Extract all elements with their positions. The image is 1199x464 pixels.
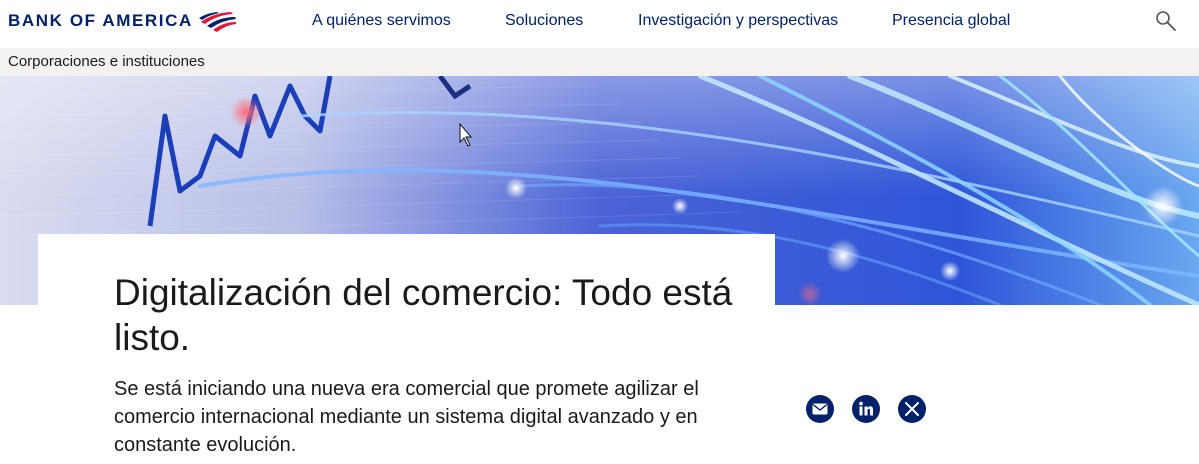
nav-item-a-quienes-servimos[interactable]: A quiénes servimos bbox=[312, 12, 451, 30]
x-icon bbox=[905, 402, 919, 416]
nav-item-soluciones[interactable]: Soluciones bbox=[505, 12, 583, 30]
share-email-button[interactable] bbox=[806, 395, 834, 423]
page-title: Digitalización del comercio: Todo está l… bbox=[114, 272, 733, 358]
linkedin-icon bbox=[859, 401, 873, 416]
nav-item-presencia-global[interactable]: Presencia global bbox=[892, 12, 1010, 30]
flag-logo-icon bbox=[198, 12, 236, 32]
search-icon[interactable] bbox=[1155, 10, 1177, 32]
share-linkedin-button[interactable] bbox=[852, 395, 880, 423]
nav-item-investigacion-y-perspectivas[interactable]: Investigación y perspectivas bbox=[638, 12, 838, 30]
section-bar: Corporaciones e instituciones bbox=[0, 48, 1199, 76]
bank-of-america-logo[interactable]: BANK OF AMERICA bbox=[8, 6, 237, 36]
article-summary: Se está iniciando una nueva era comercia… bbox=[114, 378, 699, 456]
logo-wordmark: BANK OF AMERICA bbox=[8, 11, 193, 30]
section-label[interactable]: Corporaciones e instituciones bbox=[8, 53, 205, 70]
top-navigation-bar: BANK OF AMERICA A quiénes servimos Soluc… bbox=[0, 0, 1199, 46]
email-icon bbox=[812, 403, 828, 415]
share-x-button[interactable] bbox=[898, 395, 926, 423]
